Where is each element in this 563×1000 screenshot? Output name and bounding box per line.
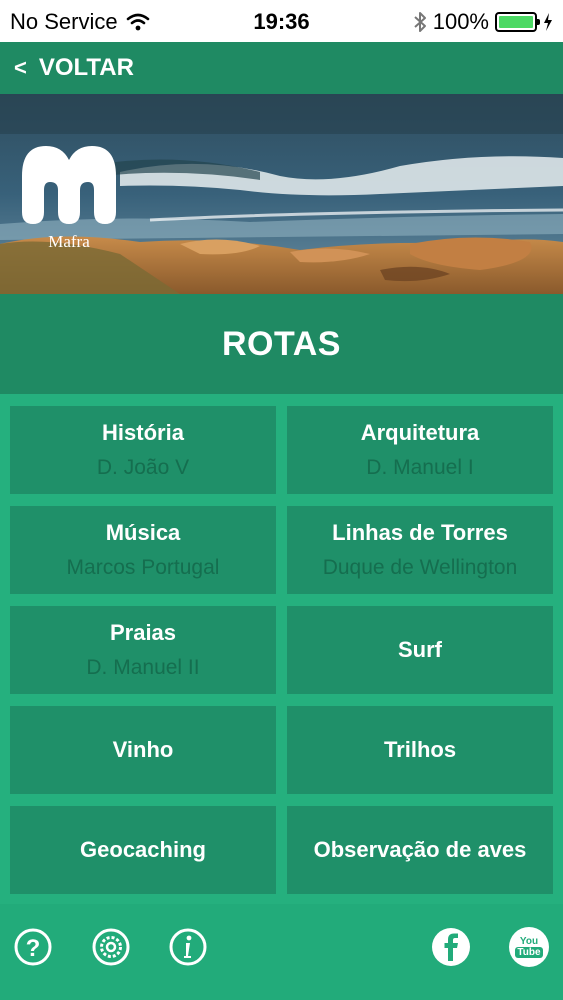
back-label: VOLTAR [38, 54, 134, 81]
status-right: 100% [413, 9, 553, 35]
route-title: História [102, 420, 184, 445]
battery-icon [495, 12, 540, 32]
banner-image: Mafra [0, 94, 563, 294]
route-tile-surf[interactable]: Surf [287, 606, 553, 694]
route-title: Arquitetura [360, 420, 480, 445]
title-bar: ROTAS [0, 294, 563, 394]
help-icon[interactable]: ? [13, 927, 53, 967]
bluetooth-icon [414, 12, 426, 32]
route-tile-observacao-de-aves[interactable]: Observação de aves [287, 806, 553, 894]
youtube-icon[interactable]: You Tube [509, 927, 549, 967]
route-title: Música [105, 520, 181, 545]
route-title: Observação de aves [313, 837, 527, 862]
route-subtitle: D. Manuel II [86, 656, 200, 679]
chevron-left-icon: < [14, 55, 27, 80]
page-title: ROTAS [222, 324, 341, 363]
route-tile-musica[interactable]: Música Marcos Portugal [10, 506, 276, 594]
charging-icon [544, 13, 552, 31]
info-icon[interactable] [168, 927, 208, 967]
route-title: Linhas de Torres [332, 520, 508, 545]
route-title: Geocaching [80, 837, 206, 862]
route-tile-linhas-de-torres[interactable]: Linhas de Torres Duque de Wellington [287, 506, 553, 594]
nav-bar: < VOLTAR [0, 42, 563, 94]
facebook-icon[interactable] [431, 927, 471, 967]
route-title: Praias [109, 620, 177, 645]
status-bar: No Service 19:36 100% [0, 0, 563, 42]
route-tile-praias[interactable]: Praias D. Manuel II [10, 606, 276, 694]
youtube-label-bottom: Tube [515, 947, 543, 958]
route-title: Trilhos [383, 737, 457, 762]
footer-bar: ? You Tube [0, 904, 563, 1000]
youtube-label-top: You [519, 936, 539, 947]
route-subtitle: D. Manuel I [366, 456, 474, 479]
settings-icon[interactable] [91, 927, 131, 967]
battery-percent: 100% [432, 9, 489, 34]
route-tile-arquitetura[interactable]: Arquitetura D. Manuel I [287, 406, 553, 494]
routes-grid: História D. João V Arquitetura D. Manuel… [0, 394, 563, 904]
route-tile-historia[interactable]: História D. João V [10, 406, 276, 494]
logo-label: Mafra [48, 232, 90, 251]
route-title: Surf [398, 637, 442, 662]
route-subtitle: D. João V [96, 456, 190, 479]
route-subtitle: Marcos Portugal [66, 556, 220, 579]
route-tile-trilhos[interactable]: Trilhos [287, 706, 553, 794]
route-tile-geocaching[interactable]: Geocaching [10, 806, 276, 894]
back-button[interactable]: < VOLTAR [14, 54, 134, 82]
route-tile-vinho[interactable]: Vinho [10, 706, 276, 794]
route-subtitle: Duque de Wellington [322, 556, 518, 579]
svg-text:?: ? [26, 935, 41, 962]
route-title: Vinho [112, 737, 174, 762]
